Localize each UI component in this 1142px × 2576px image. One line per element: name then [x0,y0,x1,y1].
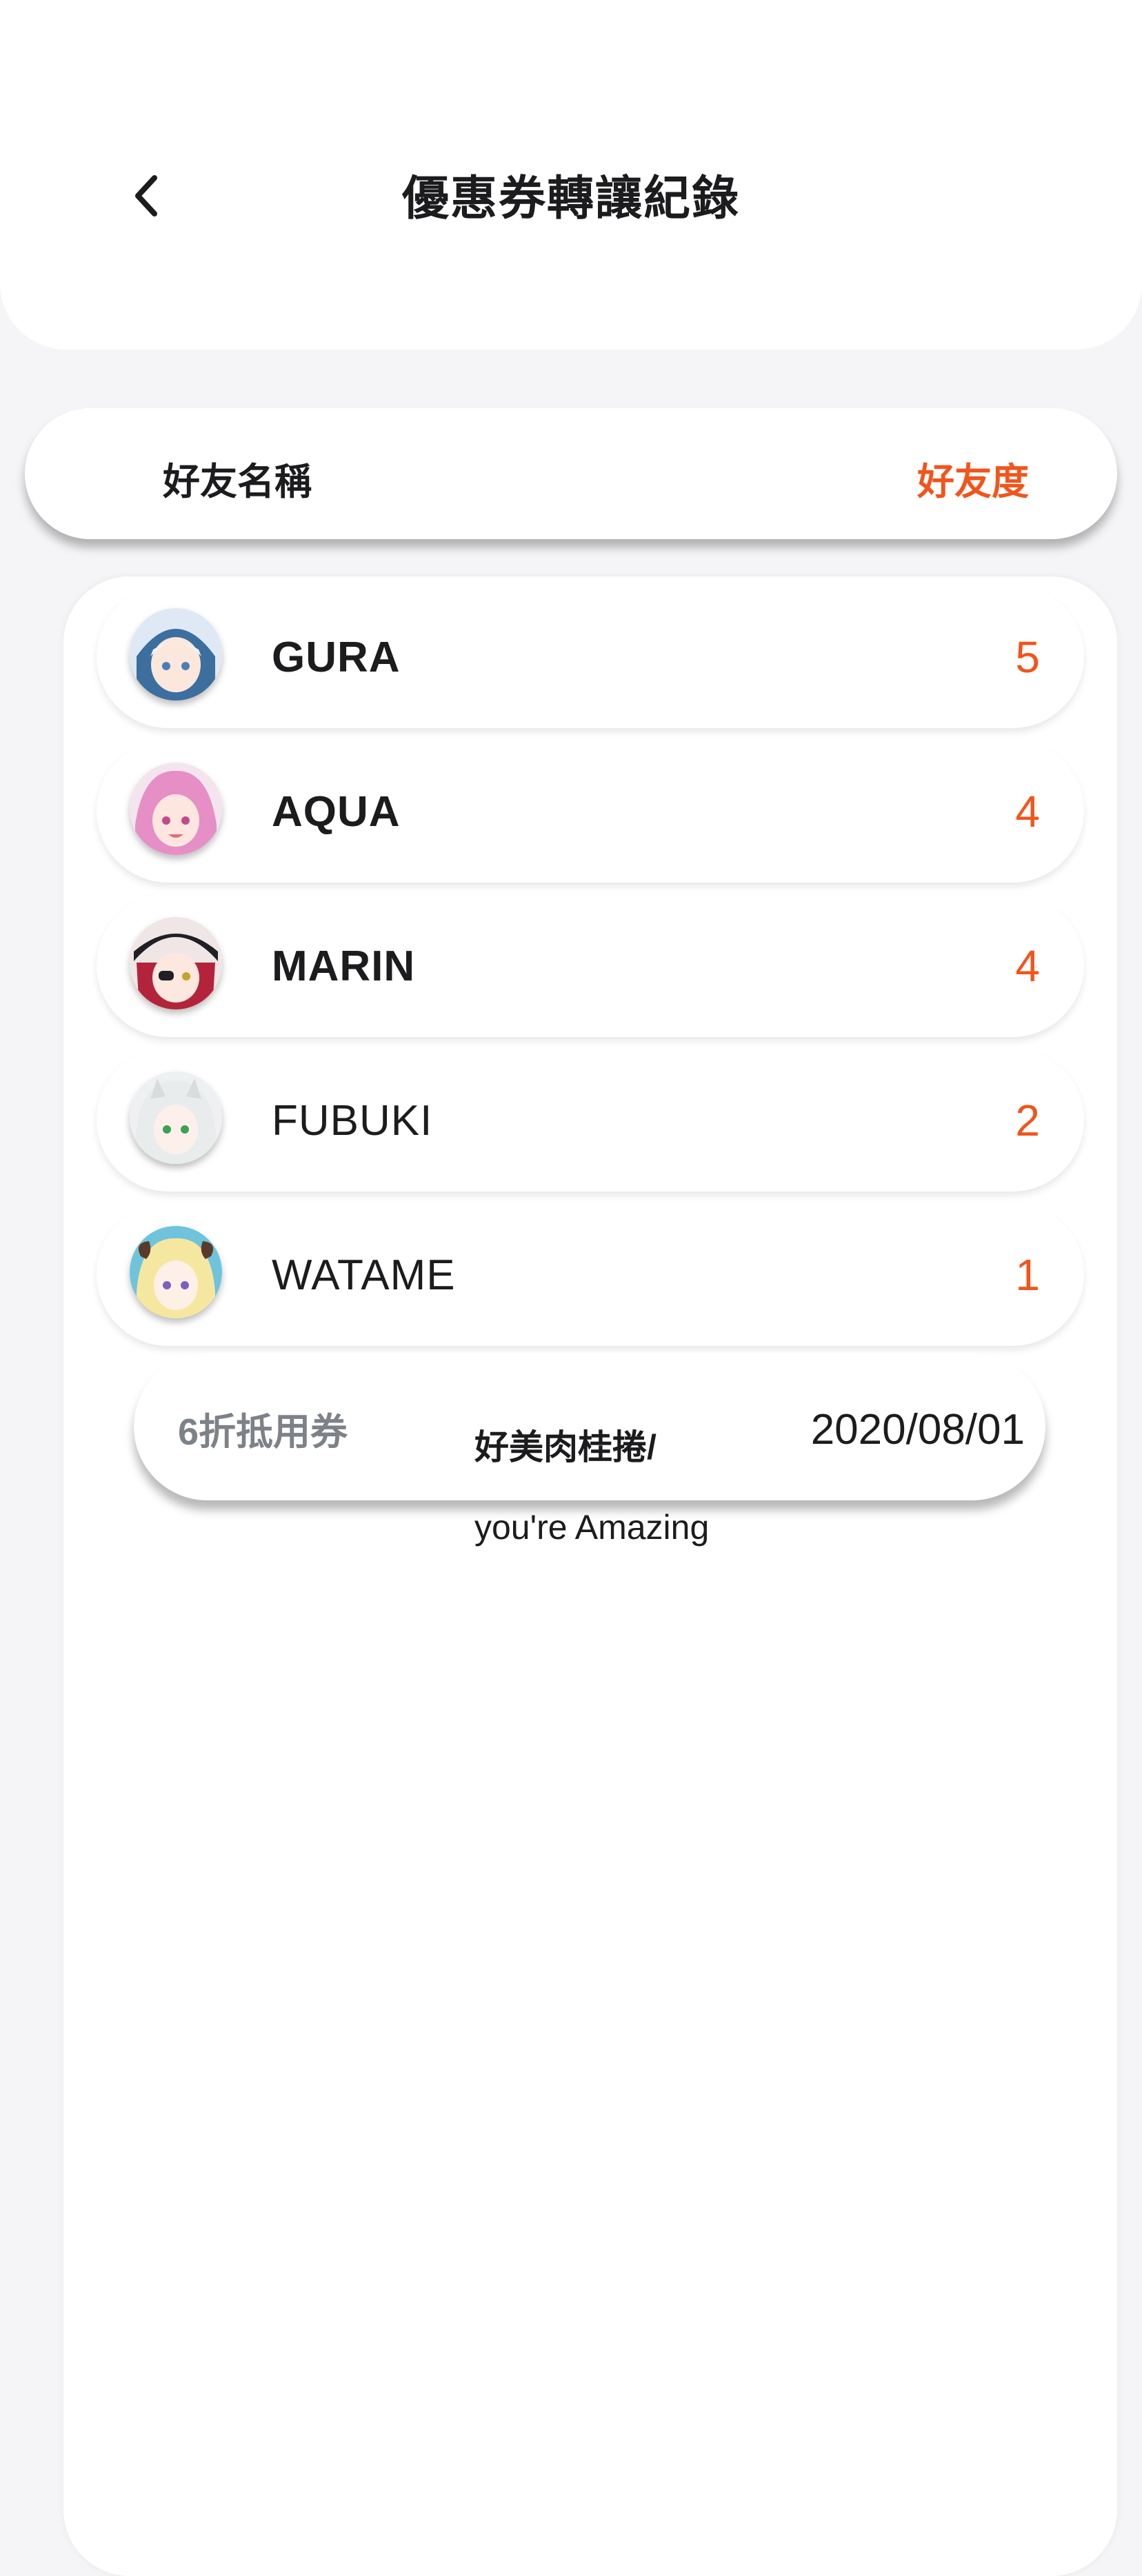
friend-row-watame[interactable]: WATAME 1 [97,1203,1084,1346]
friend-name: AQUA [272,788,401,836]
page-title: 優惠券轉讓紀錄 [401,172,740,225]
coupon-type: 6折抵用券 [178,1411,348,1453]
friend-name: WATAME [272,1251,456,1299]
friend-row-gura[interactable]: GURA 5 [97,585,1084,728]
avatar [130,1071,222,1164]
coupon-shop-subtitle: you're Amazing [474,1508,710,1547]
coupon-date: 2020/08/01 [810,1406,1025,1453]
avatar [130,917,222,1009]
friendship-score: 2 [1015,1096,1040,1145]
friendship-score: 4 [1015,787,1040,836]
friendship-score-column-label: 好友度 [917,461,1029,503]
friend-row-fubuki[interactable]: FUBUKI 2 [97,1048,1084,1191]
coupon-shop-name: 好美肉桂捲/ [474,1428,657,1467]
coupon-shop: 好美肉桂捲/ you're Amazing [474,1387,709,1587]
avatar [130,608,222,701]
header-bar: 優惠券轉讓紀錄 [0,0,1142,350]
friend-name-column-label: 好友名稱 [163,461,312,503]
friendship-score: 5 [1015,632,1040,682]
friend-name: GURA [272,634,401,681]
column-header: 好友名稱 好友度 [25,408,1117,539]
friend-name: MARIN [272,943,416,990]
friendship-score: 4 [1015,941,1040,991]
friend-name: FUBUKI [272,1097,433,1145]
friend-row-marin[interactable]: MARIN 4 [97,894,1084,1037]
coupon-transfer-record[interactable]: 6折抵用券 好美肉桂捲/ you're Amazing 2020/08/01 [134,1353,1045,1547]
friend-row-aqua[interactable]: AQUA 4 [97,739,1084,883]
friendship-score: 1 [1015,1250,1040,1300]
avatar [130,763,222,855]
avatar [130,1226,222,1318]
